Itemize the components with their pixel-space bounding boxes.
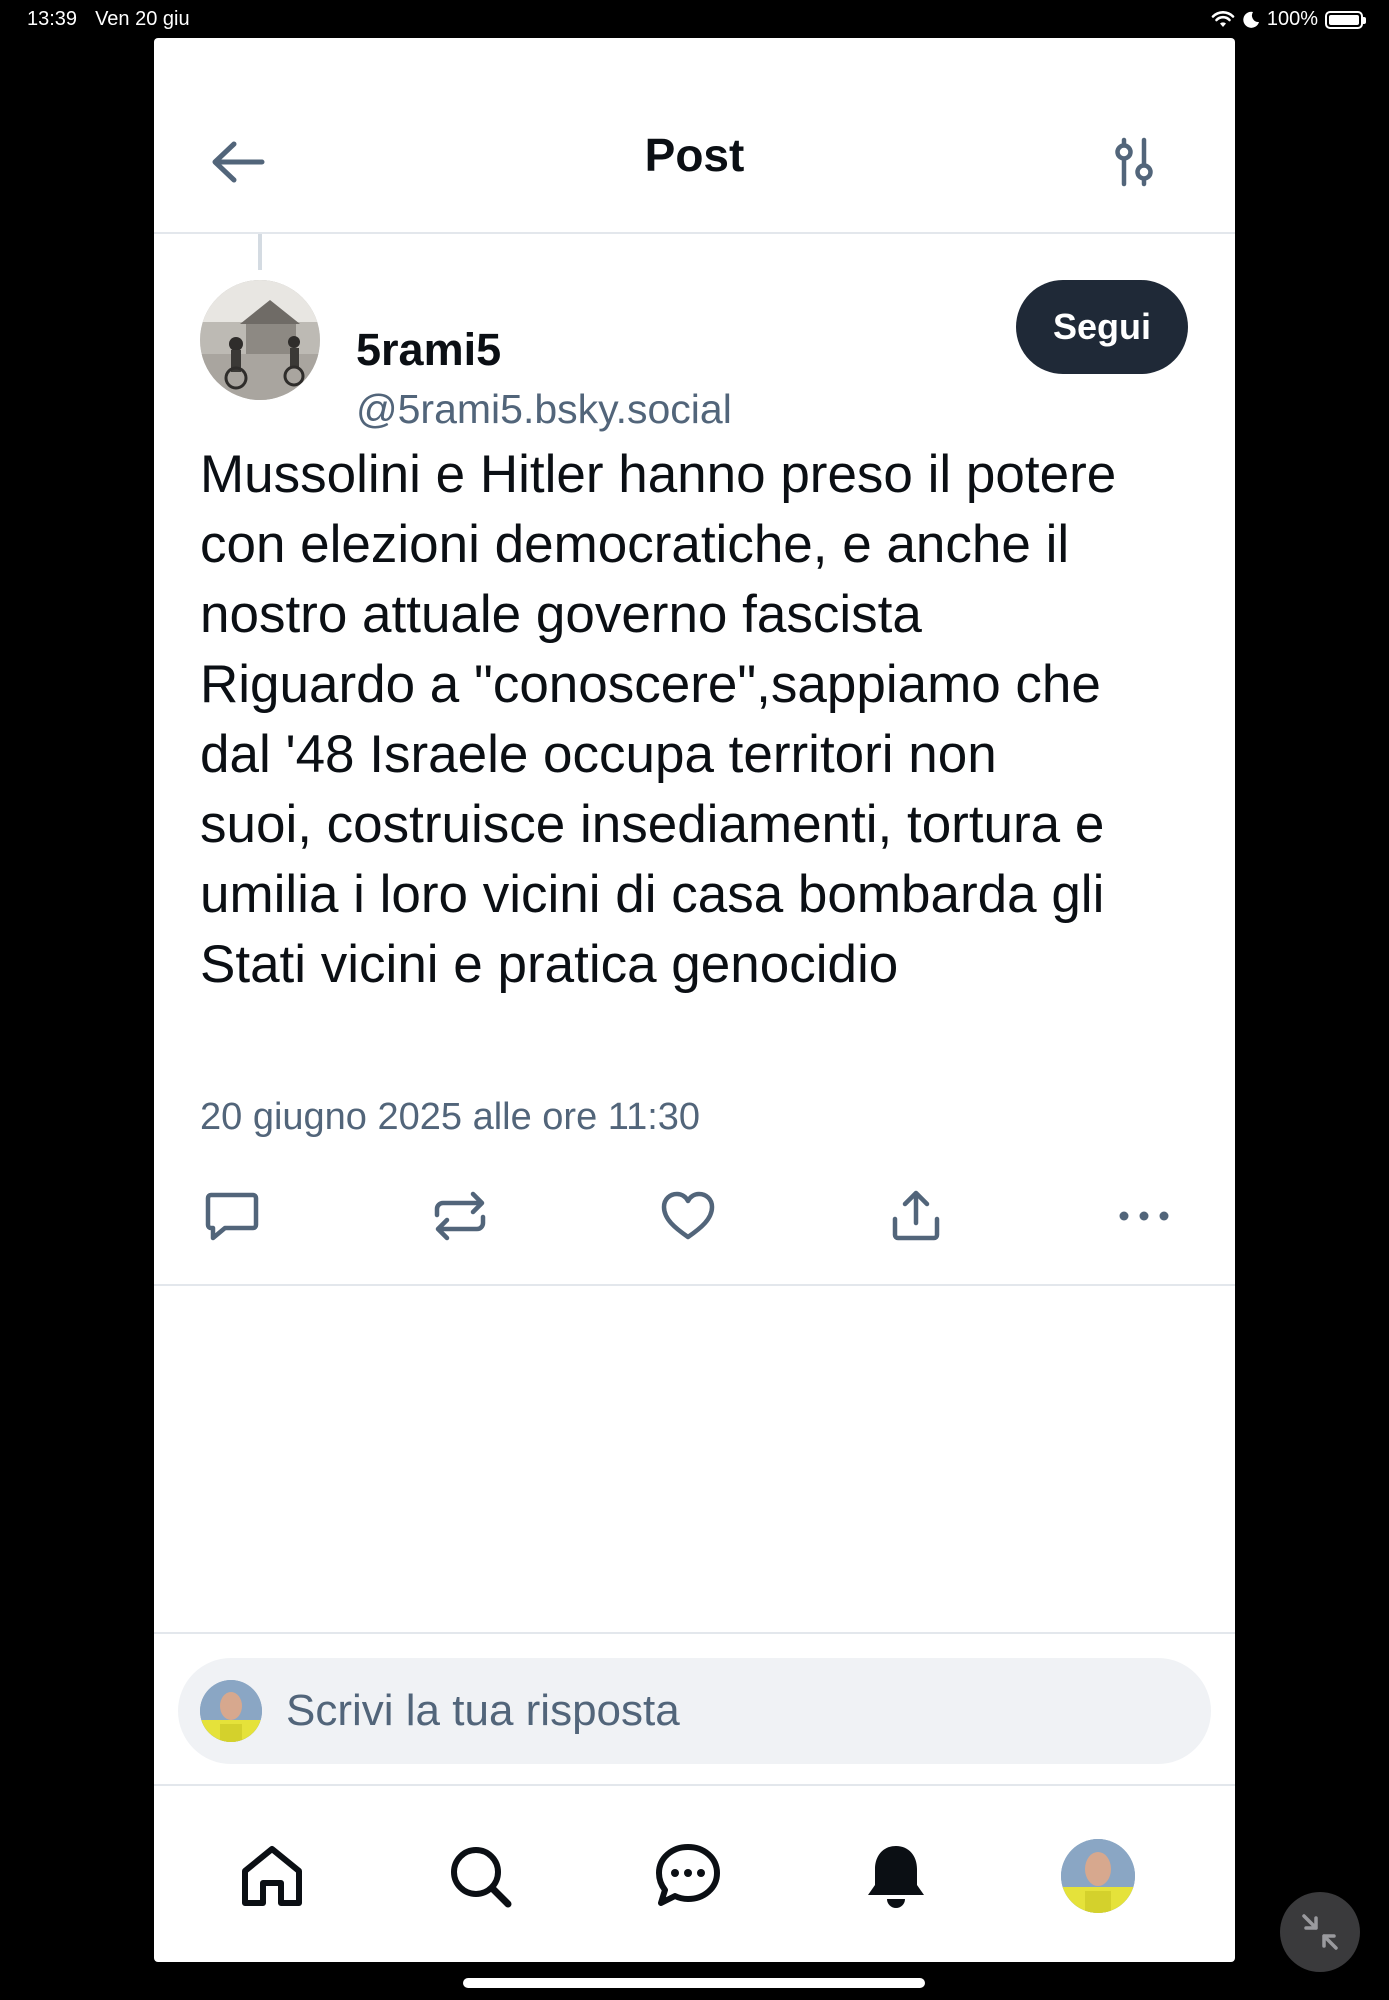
follow-button[interactable]: Segui xyxy=(1016,280,1188,374)
like-button[interactable] xyxy=(648,1176,728,1256)
my-avatar xyxy=(200,1680,262,1742)
author-display-name[interactable]: 5rami5 xyxy=(356,324,501,376)
tab-search[interactable] xyxy=(440,1836,520,1916)
profile-avatar-image xyxy=(1061,1839,1135,1913)
header-bar: Post xyxy=(154,38,1235,234)
reply-icon xyxy=(205,1192,259,1241)
reply-placeholder: Scrivi la tua risposta xyxy=(286,1686,680,1735)
battery-icon xyxy=(1325,10,1366,29)
status-time: 13:39 xyxy=(27,8,78,30)
post-divider xyxy=(154,1284,1235,1286)
tab-notifications[interactable] xyxy=(856,1836,936,1916)
more-options-button[interactable] xyxy=(1104,1176,1184,1256)
like-icon xyxy=(661,1191,715,1240)
status-date: Ven 20 giu xyxy=(95,8,190,30)
battery-percent: 100% xyxy=(1266,8,1318,30)
share-icon xyxy=(892,1190,940,1241)
author-avatar[interactable] xyxy=(200,280,320,400)
share-button[interactable] xyxy=(876,1176,956,1256)
app-window: Post 5rami5 @5rami5.bsky.social Segui Mu… xyxy=(154,38,1235,1962)
thread-settings-button[interactable] xyxy=(1104,132,1164,192)
more-icon xyxy=(1119,1211,1169,1221)
messages-icon xyxy=(656,1844,720,1906)
author-avatar-image xyxy=(200,280,320,400)
author-handle[interactable]: @5rami5.bsky.social xyxy=(356,386,732,433)
moon-icon xyxy=(1243,11,1259,28)
status-bar: 13:39 Ven 20 giu 100% xyxy=(0,0,1389,38)
page-title: Post xyxy=(644,129,745,181)
reply-composer-bar: Scrivi la tua risposta xyxy=(154,1632,1235,1786)
post-timestamp: 20 giugno 2025 alle ore 11:30 xyxy=(200,1096,701,1138)
home-icon xyxy=(242,1846,302,1906)
sliders-icon xyxy=(1115,137,1153,187)
bottom-tab-bar xyxy=(154,1784,1235,1962)
search-icon xyxy=(451,1847,512,1908)
post-actions xyxy=(154,1176,1235,1276)
minimize-button[interactable] xyxy=(1280,1892,1360,1972)
reply-input[interactable]: Scrivi la tua risposta xyxy=(178,1658,1211,1764)
my-avatar-image xyxy=(200,1680,262,1742)
notifications-icon xyxy=(868,1846,924,1908)
home-indicator[interactable] xyxy=(463,1978,925,1988)
reply-button[interactable] xyxy=(192,1176,272,1256)
tab-messages[interactable] xyxy=(648,1836,728,1916)
repost-button[interactable] xyxy=(420,1176,500,1256)
collapse-arrows-icon xyxy=(1302,1914,1338,1950)
profile-avatar xyxy=(1061,1839,1135,1913)
tab-profile[interactable] xyxy=(1058,1836,1138,1916)
repost-icon xyxy=(434,1191,486,1241)
tab-home[interactable] xyxy=(232,1836,312,1916)
thread-line xyxy=(258,234,262,270)
wifi-icon xyxy=(1211,10,1235,27)
post-text: Mussolini e Hitler hanno preso il potere… xyxy=(200,445,1117,994)
